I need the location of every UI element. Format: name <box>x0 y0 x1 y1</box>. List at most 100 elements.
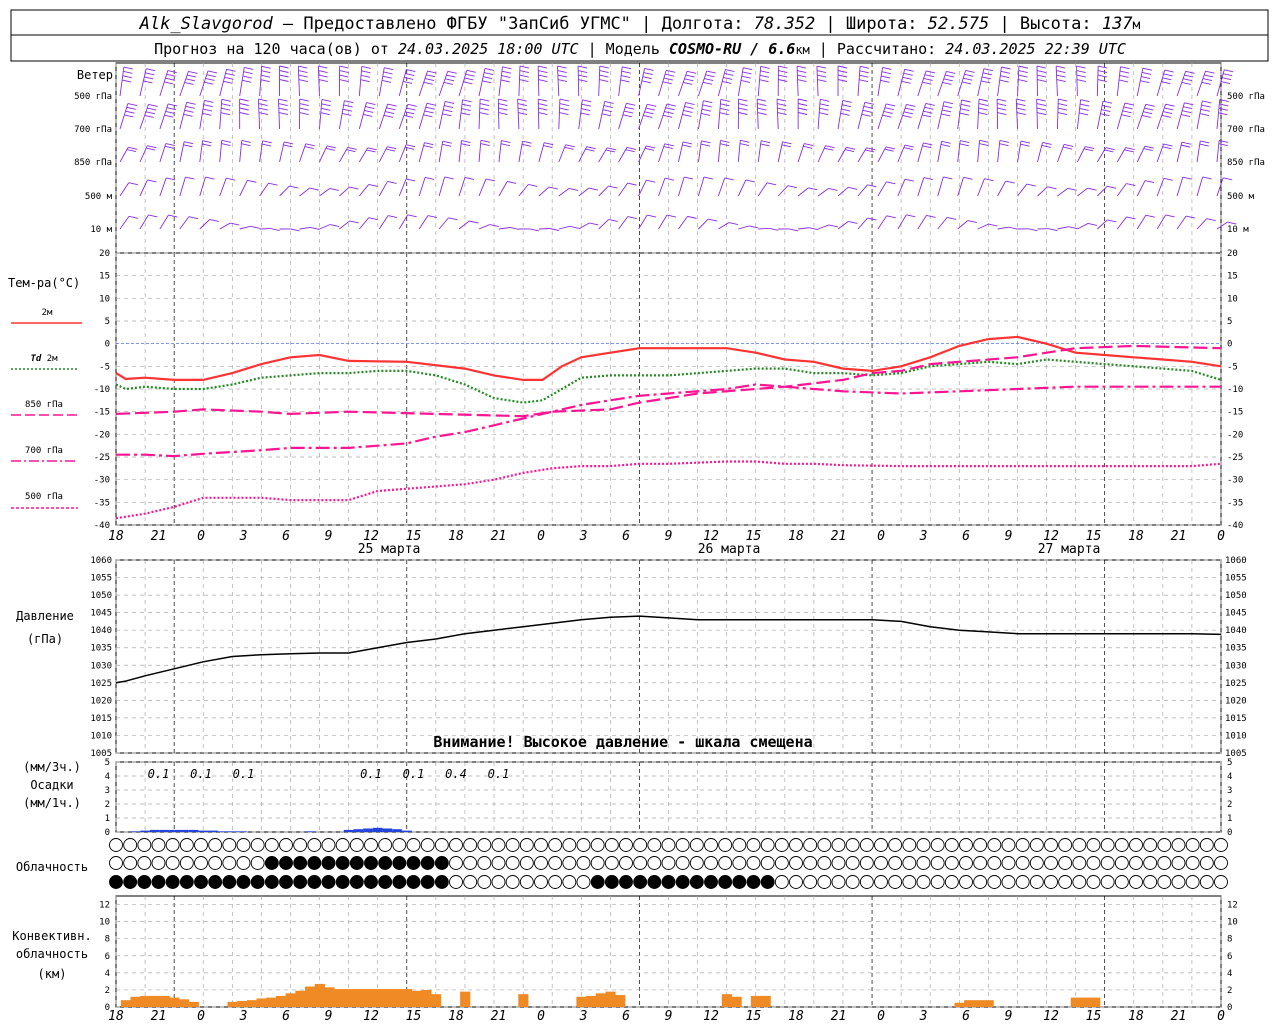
wind-barb <box>897 178 915 197</box>
wind-barb-shaft <box>1116 216 1127 230</box>
wind-barb-feather <box>360 74 371 78</box>
wind-barb-feather <box>1224 69 1234 73</box>
wind-barb <box>598 65 609 97</box>
wind-barb-feather <box>941 140 951 144</box>
wind-barb <box>299 227 320 230</box>
wind-barb-feather <box>687 215 697 219</box>
wind-barb-feather <box>382 75 392 79</box>
wind-barb-shaft <box>119 216 130 230</box>
conv-title-1: Конвективн. <box>12 929 91 943</box>
wind-barb <box>877 215 896 230</box>
wind-barb-shaft <box>558 99 561 130</box>
wind-barb-feather <box>278 107 288 111</box>
wind-barb-feather <box>787 185 798 189</box>
wind-barb-feather <box>1181 141 1191 145</box>
wind-barb-feather <box>318 65 328 69</box>
wind-barb-feather <box>480 143 490 147</box>
wind-barb-feather <box>923 142 933 146</box>
cloud-cover-symbol <box>1100 875 1115 889</box>
cloud-cover-symbol <box>1001 875 1016 889</box>
wind-barb-feather <box>483 72 494 76</box>
wind-barb-feather <box>959 112 969 116</box>
wind-barb-feather <box>886 181 896 185</box>
cloud-cover-symbol <box>675 838 690 852</box>
pressure-title: Давление <box>16 609 74 623</box>
wind-barb-shaft <box>997 180 1007 197</box>
wind-barb-shaft <box>1136 180 1146 197</box>
wind-barb-shaft <box>438 176 446 197</box>
wind-barb-feather <box>125 110 135 114</box>
wind-barb-shaft <box>458 220 470 230</box>
pressure-tick-label: 1040 <box>90 626 112 636</box>
wind-barb-feather <box>1164 69 1174 73</box>
wind-barb-shaft <box>658 214 668 230</box>
wind-barb-feather <box>479 107 489 111</box>
wind-barb <box>378 180 397 197</box>
wind-barb-feather <box>645 145 656 149</box>
wind-barb-feather <box>923 110 933 114</box>
temp-hour-label: 18 <box>788 529 804 544</box>
wind-barb-feather <box>403 115 414 118</box>
wind-barb-feather <box>705 74 715 78</box>
wind-barb-feather <box>702 104 712 108</box>
wind-barb-feather <box>1181 144 1191 148</box>
cloud-cover-symbol <box>236 838 251 852</box>
wind-barb-feather <box>923 177 933 181</box>
wind-barb <box>937 101 954 130</box>
wind-barb-feather <box>517 107 528 111</box>
cloud-cover-symbol <box>420 856 435 870</box>
wind-barb-feather <box>343 104 353 108</box>
cloud-cover-symbol <box>548 838 563 852</box>
wind-barb <box>558 225 579 230</box>
cloud-cover-symbol <box>519 838 534 852</box>
wind-barb <box>119 66 133 97</box>
cloud-cover-symbol <box>335 856 350 870</box>
wind-barb-feather <box>498 107 508 111</box>
wind-barb <box>757 182 777 197</box>
wind-barb-shaft <box>758 227 770 230</box>
cloud-cover-symbol <box>548 875 563 889</box>
wind-barb-feather <box>298 74 308 78</box>
model-name: COSMO-RU / 6.6 <box>669 40 795 58</box>
cloud-cover-symbol <box>307 875 322 889</box>
wind-barb <box>119 215 139 230</box>
wind-barb-shaft <box>678 141 684 163</box>
wind-barb-feather <box>666 69 676 73</box>
cloud-cover-symbol <box>689 838 704 852</box>
wind-barb-feather <box>1182 110 1192 114</box>
wind-barb-feather <box>517 103 527 107</box>
wind-barb-feather <box>1067 187 1077 191</box>
cloud-cover-symbol <box>831 838 846 852</box>
cloud-cover-symbol <box>349 875 364 889</box>
wind-barb-feather <box>789 228 799 232</box>
wind-barb-feather <box>586 146 596 150</box>
wind-barb <box>817 98 830 130</box>
wind-barb-feather <box>1068 226 1078 230</box>
wind-barb-feather <box>128 146 138 150</box>
wind-barb-feather <box>209 219 219 222</box>
wind-barb-feather <box>223 80 233 84</box>
wind-barb-feather <box>1080 103 1090 107</box>
wind-barb-feather <box>982 72 993 76</box>
cloud-cover-symbol <box>293 856 308 870</box>
cloud-cover-symbol <box>1171 875 1186 889</box>
wind-barb-shaft <box>299 227 311 230</box>
wind-barb-feather <box>996 98 1007 102</box>
wind-barb-feather <box>886 103 896 107</box>
wind-barb-feather <box>260 74 271 78</box>
wind-barb-feather <box>906 103 916 107</box>
wind-barb-feather <box>1057 112 1067 115</box>
wind-barb-feather <box>946 70 956 74</box>
wind-barb-feather <box>1037 74 1047 78</box>
wind-barb <box>279 141 294 163</box>
cloud-cover-symbol <box>279 875 293 889</box>
conv-title-2: облачность <box>16 947 88 961</box>
wind-barb <box>338 65 349 97</box>
wind-barb-feather <box>483 76 493 80</box>
cloud-cover-symbol <box>123 838 138 852</box>
wind-barb-feather <box>442 140 452 144</box>
wind-barb-shaft <box>1057 187 1069 197</box>
conv-tick-label: 8 <box>105 935 110 945</box>
wind-barb-feather <box>1085 146 1095 149</box>
wind-barb <box>558 98 570 130</box>
